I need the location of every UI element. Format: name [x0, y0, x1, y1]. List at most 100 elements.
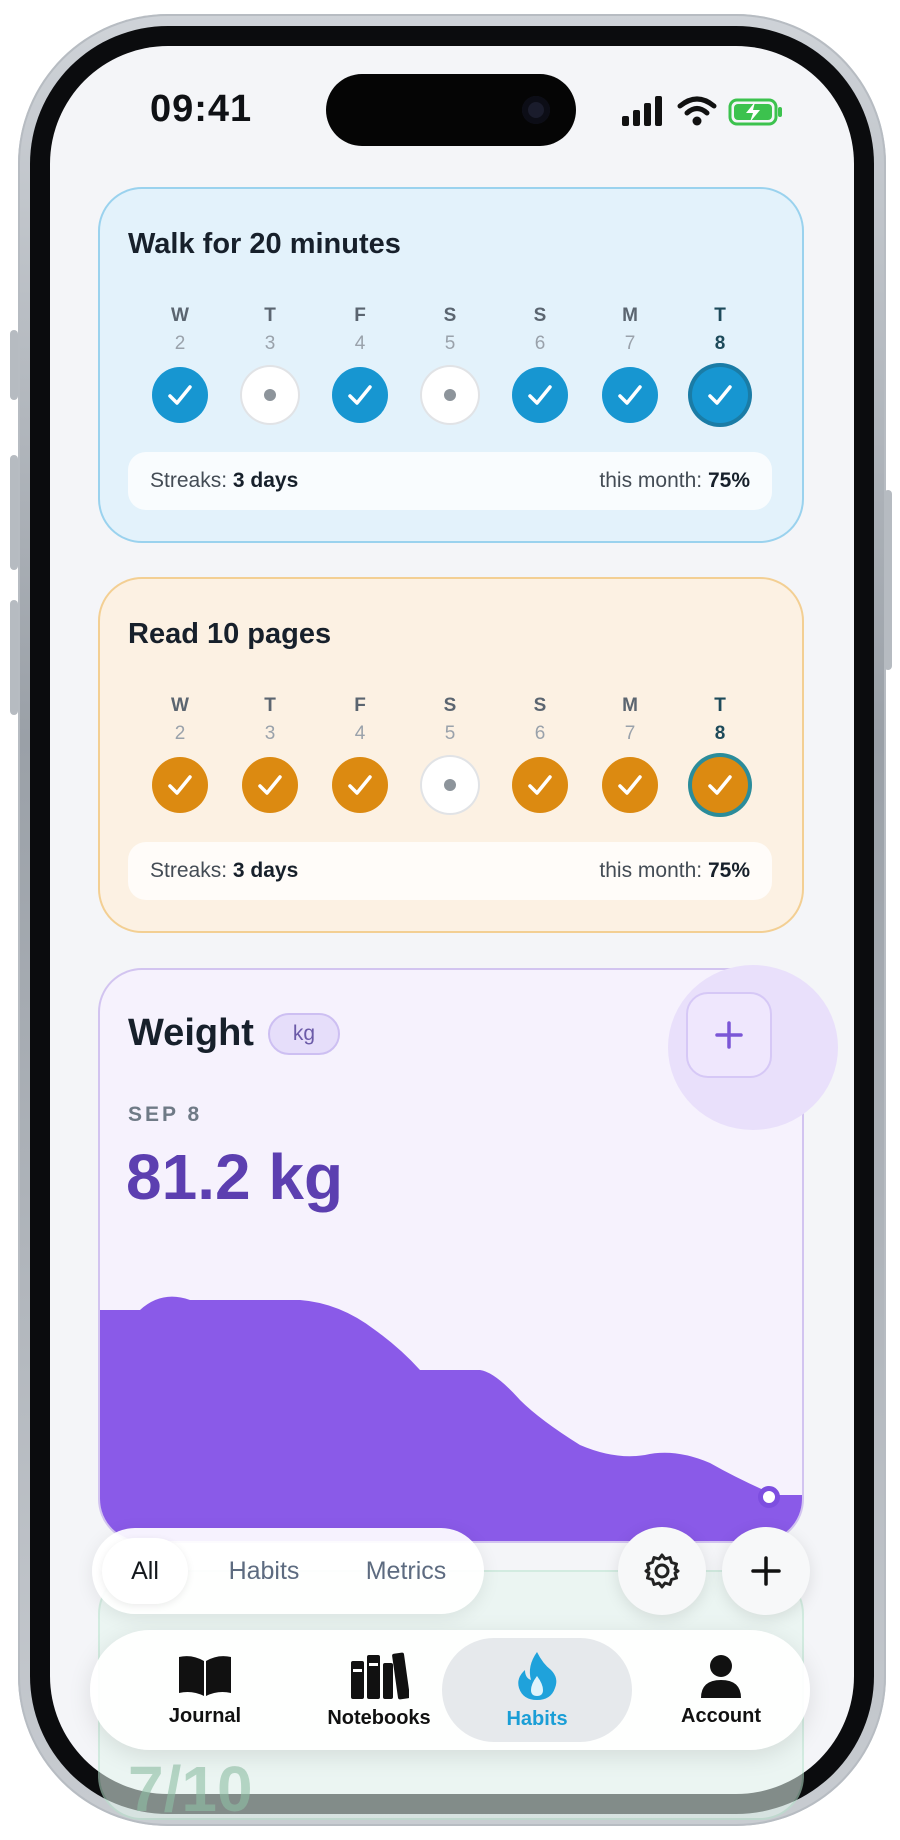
dot-icon	[444, 389, 456, 401]
check-icon	[258, 775, 282, 795]
unit-pill: kg	[268, 1013, 340, 1055]
add-button[interactable]	[722, 1527, 810, 1615]
weight-title: Weight	[128, 1012, 254, 1054]
plus-icon	[751, 1556, 781, 1586]
day-column: W2	[140, 305, 220, 423]
tab-journal[interactable]: Journal	[130, 1630, 280, 1750]
signal-icon	[622, 96, 662, 126]
flame-icon	[518, 1651, 557, 1700]
check-icon	[708, 775, 732, 795]
day-toggle-done[interactable]	[692, 757, 748, 813]
habit-title: Walk for 20 minutes	[128, 228, 401, 260]
month-value: 75%	[707, 859, 750, 882]
day-column: T3	[230, 305, 310, 423]
check-icon	[168, 775, 192, 795]
day-letter: F	[354, 305, 366, 326]
power-button	[884, 490, 892, 670]
habit-week-row: W2T3F4S5S6M7T8	[140, 305, 780, 435]
day-toggle-done[interactable]	[602, 757, 658, 813]
day-toggle-done[interactable]	[602, 367, 658, 423]
day-number: 3	[264, 333, 276, 354]
volume-down-button	[10, 600, 18, 715]
day-column: S6	[500, 695, 580, 813]
filter-segmented-control: All Habits Metrics	[92, 1528, 484, 1614]
day-column: T3	[230, 695, 310, 813]
day-number: 4	[354, 333, 366, 354]
day-toggle-done[interactable]	[242, 757, 298, 813]
dot-icon	[444, 779, 456, 791]
day-number: 7	[624, 723, 636, 744]
day-letter: M	[622, 695, 638, 716]
day-toggle-done[interactable]	[152, 367, 208, 423]
streak-stat: Streaks: 3 days	[150, 859, 298, 883]
dot-icon	[264, 389, 276, 401]
filter-metrics[interactable]: Metrics	[340, 1538, 472, 1604]
day-column: T8	[680, 695, 760, 813]
front-camera	[522, 96, 550, 124]
day-letter: W	[171, 695, 189, 716]
book-icon	[179, 1655, 231, 1696]
metric-peek-value: 7/10	[128, 1753, 253, 1825]
streak-label: Streaks:	[150, 469, 228, 492]
day-toggle-empty[interactable]	[422, 757, 478, 813]
check-icon	[528, 385, 552, 405]
person-icon	[701, 1654, 741, 1698]
day-number: 5	[444, 333, 456, 354]
weight-area	[100, 1296, 802, 1541]
gear-icon	[644, 1553, 680, 1589]
day-column: T8	[680, 305, 760, 423]
day-number: 2	[174, 723, 186, 744]
day-number: 6	[534, 723, 546, 744]
day-toggle-done[interactable]	[332, 757, 388, 813]
plus-icon	[715, 1021, 743, 1049]
check-icon	[618, 385, 642, 405]
month-label: this month:	[599, 859, 703, 882]
battery-charging-icon	[728, 98, 782, 126]
filter-habits[interactable]: Habits	[204, 1538, 324, 1604]
day-column: F4	[320, 305, 400, 423]
day-toggle-done[interactable]	[512, 367, 568, 423]
tab-label: Habits	[506, 1707, 568, 1730]
tab-account[interactable]: Account	[646, 1630, 796, 1750]
day-toggle-empty[interactable]	[242, 367, 298, 423]
filter-all[interactable]: All	[102, 1538, 188, 1604]
day-number: 5	[444, 723, 456, 744]
tab-notebooks[interactable]: Notebooks	[304, 1630, 454, 1750]
tab-label: Notebooks	[327, 1706, 431, 1729]
tab-habits[interactable]: Habits	[442, 1638, 632, 1742]
day-letter: T	[264, 695, 276, 716]
day-letter: W	[171, 305, 189, 326]
day-letter: M	[622, 305, 638, 326]
day-toggle-done[interactable]	[332, 367, 388, 423]
streak-value: 3 days	[232, 859, 299, 882]
day-column: S6	[500, 305, 580, 423]
day-toggle-done[interactable]	[152, 757, 208, 813]
day-toggle-done[interactable]	[512, 757, 568, 813]
day-column: F4	[320, 695, 400, 813]
check-icon	[618, 775, 642, 795]
settings-button[interactable]	[618, 1527, 706, 1615]
check-icon	[168, 385, 192, 405]
add-weight-button[interactable]	[686, 992, 772, 1078]
day-letter: S	[443, 305, 457, 326]
notebooks-icon	[351, 1652, 409, 1699]
habit-title: Read 10 pages	[128, 618, 332, 650]
tab-bar: Journal Notebooks Habits Account	[90, 1630, 810, 1750]
habit-stats-bar: Streaks: 3 days this month: 75%	[128, 842, 772, 900]
check-icon	[528, 775, 552, 795]
check-icon	[348, 385, 372, 405]
streak-label: Streaks:	[150, 859, 228, 882]
month-stat: this month: 75%	[599, 469, 750, 493]
mute-switch	[10, 330, 18, 400]
day-column: M7	[590, 695, 670, 813]
day-toggle-empty[interactable]	[422, 367, 478, 423]
month-stat: this month: 75%	[599, 859, 750, 883]
day-toggle-done[interactable]	[692, 367, 748, 423]
streak-value: 3 days	[232, 469, 299, 492]
day-number: 4	[354, 723, 366, 744]
habit-stats-bar: Streaks: 3 days this month: 75%	[128, 452, 772, 510]
day-number: 7	[624, 333, 636, 354]
check-icon	[348, 775, 372, 795]
day-column: M7	[590, 305, 670, 423]
day-number: 8	[714, 723, 726, 744]
